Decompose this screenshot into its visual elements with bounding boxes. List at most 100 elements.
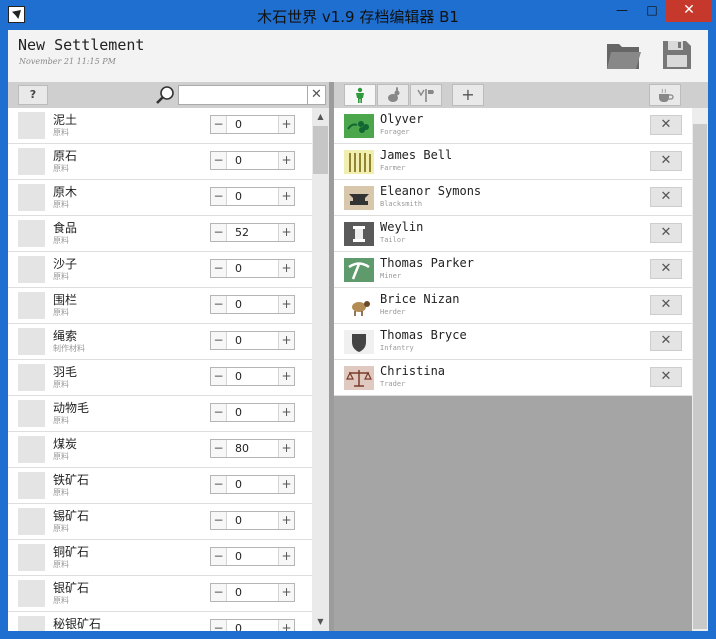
increment-button[interactable]: + <box>278 224 294 241</box>
quantity-field[interactable]: 0 <box>228 620 278 631</box>
quantity-field[interactable]: 0 <box>228 332 278 349</box>
remove-villager-button[interactable]: ✕ <box>650 367 682 387</box>
villager-row[interactable]: James Bell Farmer ✕ <box>334 144 692 180</box>
tab-travelers[interactable] <box>410 84 442 106</box>
scroll-up-icon[interactable]: ▲ <box>312 110 329 124</box>
decrement-button[interactable]: − <box>211 476 227 493</box>
increment-button[interactable]: + <box>278 440 294 457</box>
villager-row[interactable]: Eleanor Symons Blacksmith ✕ <box>334 180 692 216</box>
quantity-field[interactable]: 80 <box>228 440 278 457</box>
decrement-button[interactable]: − <box>211 296 227 313</box>
scroll-thumb[interactable] <box>313 126 328 174</box>
minimize-button[interactable]: — <box>608 0 636 22</box>
quantity-field[interactable]: 0 <box>228 476 278 493</box>
increment-button[interactable]: + <box>278 584 294 601</box>
increment-button[interactable]: + <box>278 152 294 169</box>
quantity-field[interactable]: 52 <box>228 224 278 241</box>
resource-icon <box>18 256 45 283</box>
settlement-name: New Settlement <box>18 36 145 54</box>
search-clear-button[interactable]: ✕ <box>308 85 326 105</box>
increment-button[interactable]: + <box>278 476 294 493</box>
settlement-date: November 21 11:15 PM <box>19 57 116 66</box>
quantity-field[interactable]: 0 <box>228 584 278 601</box>
quantity-field[interactable]: 0 <box>228 512 278 529</box>
decrement-button[interactable]: − <box>211 512 227 529</box>
resource-category: 原料 <box>53 596 69 605</box>
villager-row[interactable]: Thomas Parker Miner ✕ <box>334 252 692 288</box>
add-villager-button[interactable]: + <box>452 84 484 106</box>
tab-villagers[interactable] <box>344 84 376 106</box>
increment-button[interactable]: + <box>278 332 294 349</box>
increment-button[interactable]: + <box>278 404 294 421</box>
increment-button[interactable]: + <box>278 620 294 631</box>
increment-button[interactable]: + <box>278 188 294 205</box>
coffee-button[interactable] <box>649 84 681 106</box>
remove-villager-button[interactable]: ✕ <box>650 151 682 171</box>
decrement-button[interactable]: − <box>211 548 227 565</box>
search-input[interactable] <box>178 85 308 105</box>
remove-villager-button[interactable]: ✕ <box>650 115 682 135</box>
quantity-stepper: −0 + <box>210 547 295 566</box>
scroll-thumb[interactable] <box>693 124 707 629</box>
tab-animals[interactable] <box>377 84 409 106</box>
villager-row[interactable]: Brice Nizan Herder ✕ <box>334 288 692 324</box>
decrement-button[interactable]: − <box>211 368 227 385</box>
villager-scrollbar[interactable] <box>692 108 708 631</box>
remove-villager-button[interactable]: ✕ <box>650 259 682 279</box>
remove-villager-button[interactable]: ✕ <box>650 187 682 207</box>
decrement-button[interactable]: − <box>211 332 227 349</box>
scroll-down-icon[interactable]: ▼ <box>312 615 329 629</box>
resource-row: 沙子 原料 −0 + <box>8 252 312 288</box>
villager-name: Brice Nizan <box>380 292 460 306</box>
remove-villager-button[interactable]: ✕ <box>650 223 682 243</box>
berries-icon <box>344 114 374 138</box>
decrement-button[interactable]: − <box>211 116 227 133</box>
save-button[interactable] <box>662 40 692 70</box>
decrement-button[interactable]: − <box>211 260 227 277</box>
villager-name: Weylin <box>380 220 424 234</box>
decrement-button[interactable]: − <box>211 224 227 241</box>
resource-name: 银矿石 <box>53 581 90 595</box>
villager-list-empty-area <box>334 396 692 631</box>
increment-button[interactable]: + <box>278 548 294 565</box>
villager-job: Forager <box>380 128 410 136</box>
header: New Settlement November 21 11:15 PM <box>8 30 708 82</box>
decrement-button[interactable]: − <box>211 404 227 421</box>
villager-row[interactable]: Christina Trader ✕ <box>334 360 692 396</box>
decrement-button[interactable]: − <box>211 152 227 169</box>
quantity-field[interactable]: 0 <box>228 368 278 385</box>
resource-category: 原料 <box>53 452 69 461</box>
quantity-field[interactable]: 0 <box>228 296 278 313</box>
floppy-disk-icon <box>663 41 691 69</box>
quantity-field[interactable]: 0 <box>228 152 278 169</box>
decrement-button[interactable]: − <box>211 584 227 601</box>
quantity-field[interactable]: 0 <box>228 404 278 421</box>
quantity-field[interactable]: 0 <box>228 116 278 133</box>
resource-scrollbar[interactable]: ▲ ▼ <box>312 108 329 631</box>
remove-villager-button[interactable]: ✕ <box>650 331 682 351</box>
increment-button[interactable]: + <box>278 260 294 277</box>
villager-row[interactable]: Olyver Forager ✕ <box>334 108 692 144</box>
decrement-button[interactable]: − <box>211 188 227 205</box>
remove-villager-button[interactable]: ✕ <box>650 295 682 315</box>
villager-row[interactable]: Weylin Tailor ✕ <box>334 216 692 252</box>
help-button[interactable]: ? <box>18 85 48 105</box>
decrement-button[interactable]: − <box>211 440 227 457</box>
maximize-button[interactable]: □ <box>638 0 666 22</box>
close-button[interactable]: ✕ <box>666 0 712 22</box>
increment-button[interactable]: + <box>278 512 294 529</box>
resource-icon <box>18 292 45 319</box>
increment-button[interactable]: + <box>278 116 294 133</box>
quantity-field[interactable]: 0 <box>228 548 278 565</box>
resource-name: 泥土 <box>53 113 78 127</box>
increment-button[interactable]: + <box>278 296 294 313</box>
decrement-button[interactable]: − <box>211 620 227 631</box>
villager-row[interactable]: Thomas Bryce Infantry ✕ <box>334 324 692 360</box>
quantity-field[interactable]: 0 <box>228 260 278 277</box>
resource-category: 原料 <box>53 272 69 281</box>
villager-job: Herder <box>380 308 406 316</box>
open-button[interactable] <box>605 40 643 72</box>
quantity-field[interactable]: 0 <box>228 188 278 205</box>
increment-button[interactable]: + <box>278 368 294 385</box>
resource-icon <box>18 616 45 631</box>
